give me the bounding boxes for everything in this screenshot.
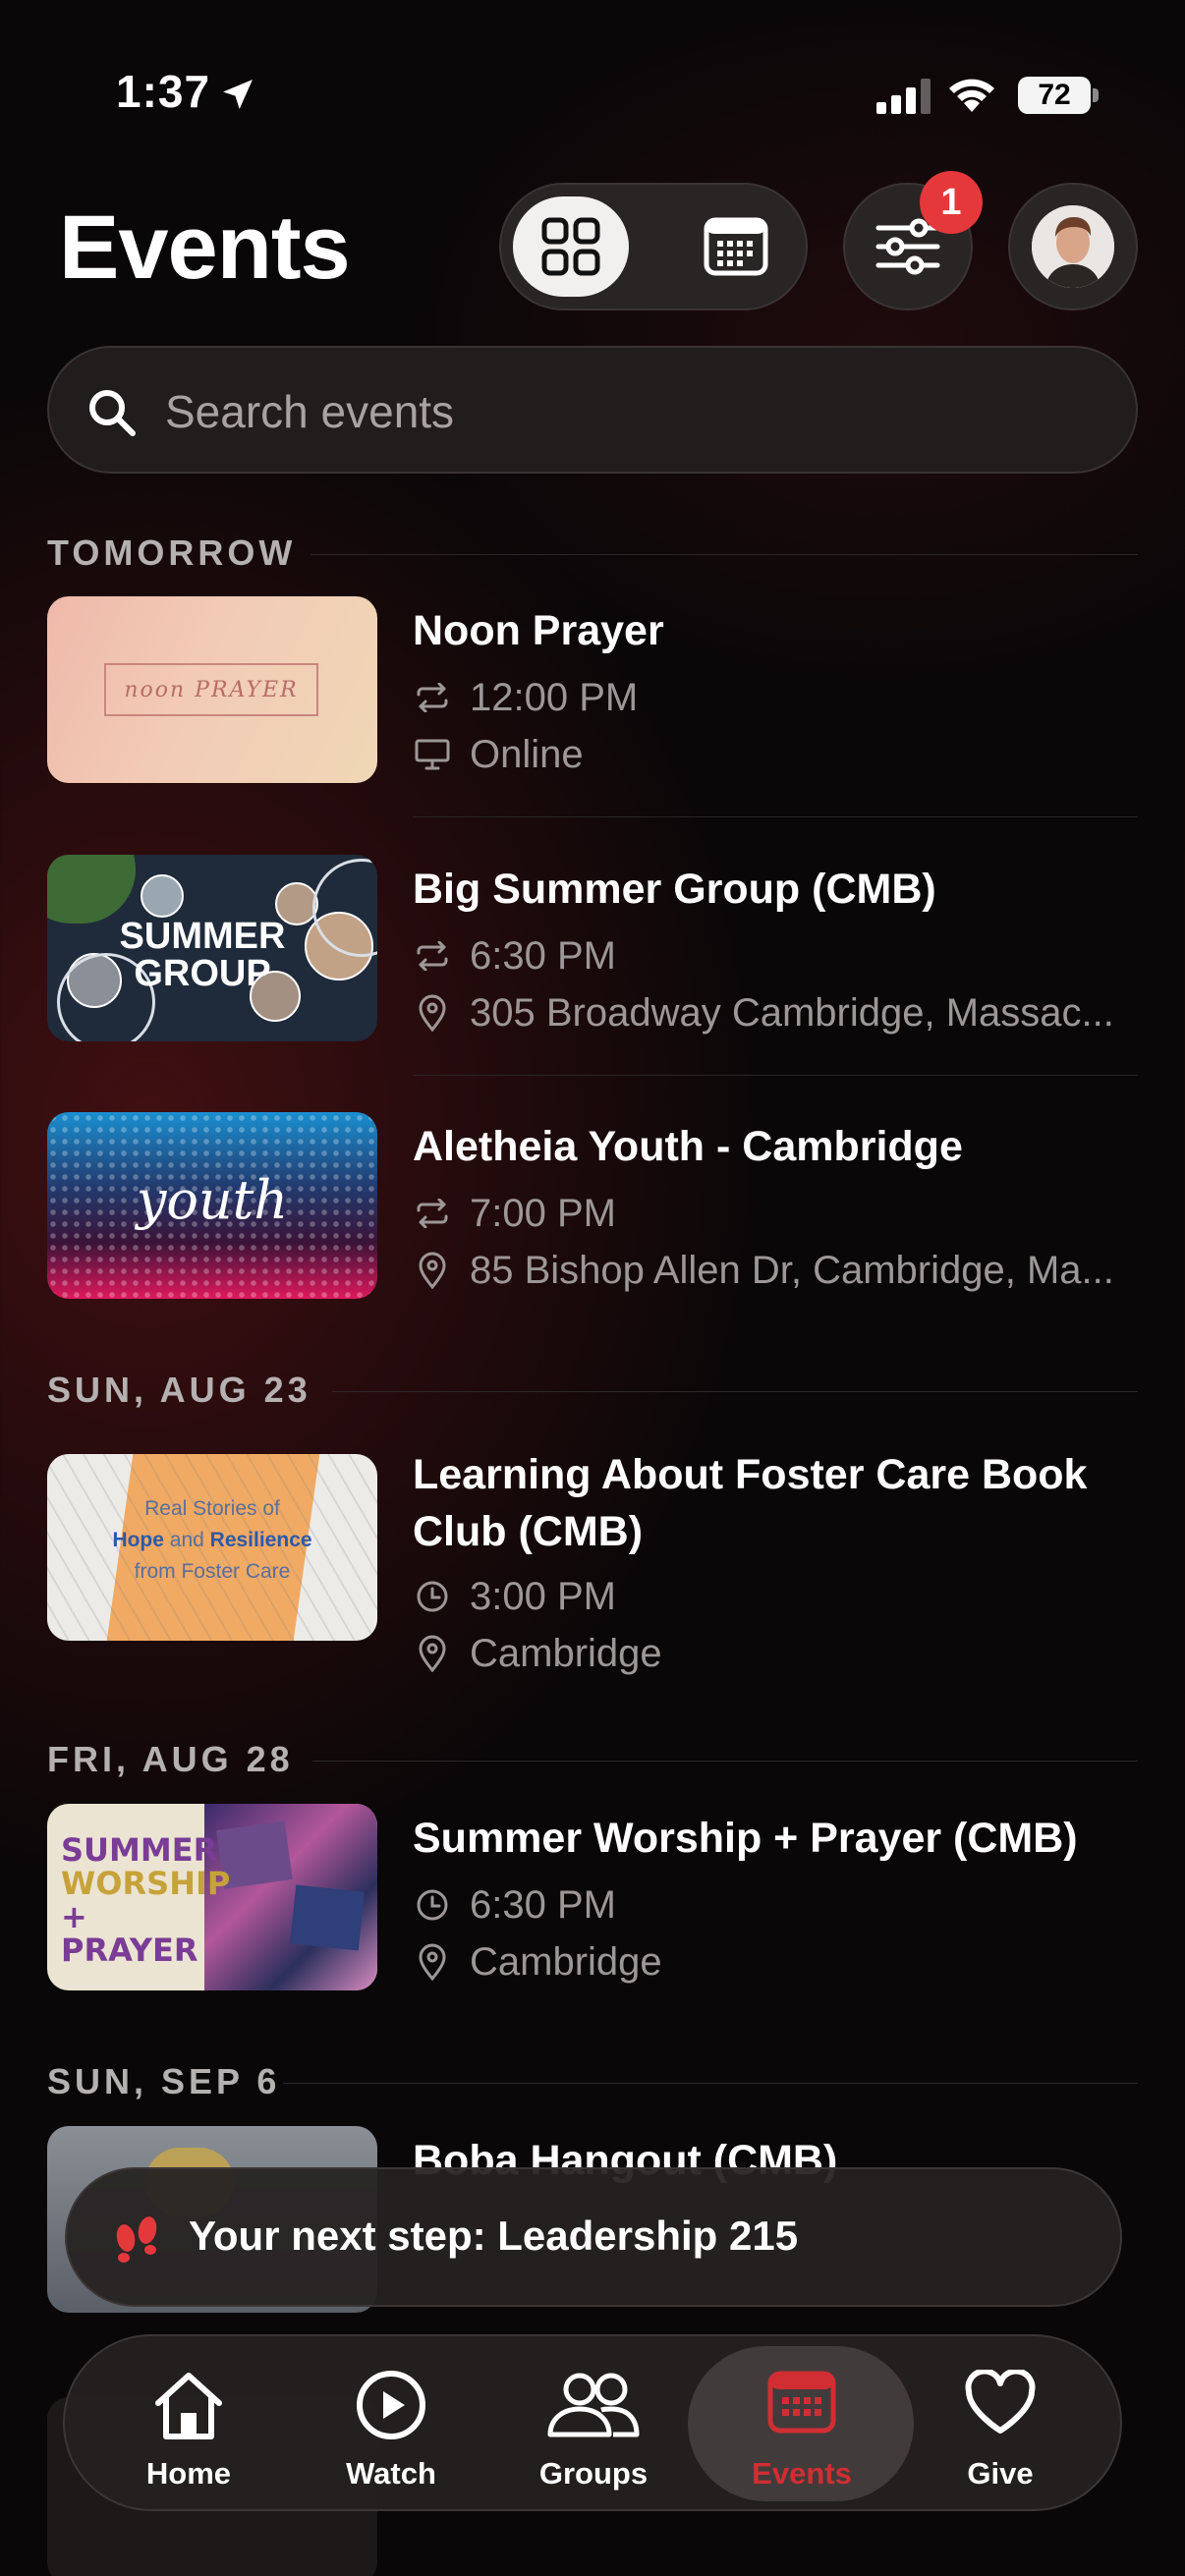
thumbnail-text: WORSHIP	[61, 1865, 231, 1902]
thumbnail-text: youth	[136, 1169, 289, 1231]
avatar	[1032, 205, 1114, 288]
event-location: 305 Broadway Cambridge, Massac...	[413, 988, 1135, 1037]
section-header: FRI, AUG 28	[47, 1739, 1138, 1782]
home-icon	[155, 2373, 222, 2439]
clock-icon	[413, 1885, 452, 1925]
next-step-text: Your next step: Leadership 215	[189, 2212, 799, 2259]
location-arrow-icon	[223, 80, 253, 109]
clock-icon	[413, 1577, 452, 1616]
map-pin-icon	[413, 993, 452, 1033]
event-thumbnail: Real Stories of Hope and Resilience from…	[47, 1454, 377, 1641]
wifi-icon	[949, 79, 994, 112]
battery-icon: 72	[1018, 77, 1099, 114]
event-time: 12:00 PM	[413, 673, 1135, 722]
thumbnail-text: from Foster Care	[134, 1560, 291, 1583]
event-item[interactable]: Real Stories of Hope and Resilience from…	[47, 1451, 1138, 1690]
thumbnail-text: SUMMER GROUP	[119, 916, 286, 994]
status-bar: 1:37 72	[0, 0, 1185, 187]
event-time: 6:30 PM	[413, 1880, 1135, 1930]
map-pin-icon	[413, 1251, 452, 1290]
section-label: SUN, SEP 6	[47, 2061, 281, 2101]
grid-icon	[541, 217, 600, 276]
event-title: Big Summer Group (CMB)	[413, 866, 936, 913]
tab-label: Give	[967, 2456, 1034, 2491]
section-label: TOMORROW	[47, 532, 297, 573]
event-title: Summer Worship + Prayer (CMB)	[413, 1815, 1078, 1862]
tab-events[interactable]: Events	[684, 2336, 920, 2513]
event-title: Learning About Foster Care Book Club (CM…	[413, 1451, 1088, 1555]
event-time: 6:30 PM	[413, 931, 1135, 980]
tab-give[interactable]: Give	[902, 2336, 1099, 2513]
thumbnail-text: SUMMER	[61, 1831, 218, 1869]
battery-level: 72	[1018, 77, 1091, 114]
thumbnail-text: Hope and Resilience	[112, 1529, 312, 1551]
grid-view-button[interactable]	[513, 196, 629, 297]
event-thumbnail: noon PRAYER	[47, 596, 377, 783]
event-item[interactable]: noon PRAYER Noon Prayer 12:00 PM Online	[47, 596, 1138, 832]
event-location: 85 Bishop Allen Dr, Cambridge, Ma...	[413, 1246, 1135, 1295]
event-time: 7:00 PM	[413, 1189, 1135, 1238]
profile-button[interactable]	[1008, 183, 1138, 310]
tab-home[interactable]: Home	[90, 2336, 287, 2513]
event-location: Cambridge	[413, 1629, 1135, 1678]
tab-label: Events	[752, 2456, 852, 2491]
tab-label: Groups	[538, 2456, 649, 2491]
section-header: SUN, SEP 6	[47, 2061, 1138, 2104]
search-icon	[89, 390, 136, 436]
calendar-view-button[interactable]	[678, 196, 794, 297]
event-title: Noon Prayer	[413, 607, 664, 654]
calendar-icon	[767, 2371, 836, 2434]
event-thumbnail: SUMMER WORSHIP + PRAYER	[47, 1804, 377, 1990]
repeat-icon	[413, 1194, 452, 1233]
status-time: 1:37	[116, 66, 211, 117]
people-icon	[547, 2373, 640, 2437]
section-label: FRI, AUG 28	[47, 1739, 294, 1779]
thumbnail-text: noon PRAYER	[124, 677, 299, 702]
event-thumbnail: youth	[47, 1112, 377, 1299]
monitor-icon	[413, 735, 452, 774]
search-bar[interactable]	[47, 346, 1138, 474]
event-location: Cambridge	[413, 1937, 1135, 1987]
calendar-icon	[704, 217, 768, 276]
page-title: Events	[59, 197, 351, 298]
cellular-signal-icon	[876, 79, 931, 114]
view-toggle	[499, 183, 808, 310]
tab-label: Watch	[346, 2456, 436, 2491]
section-header: TOMORROW	[47, 532, 1138, 576]
thumbnail-text: Real Stories of	[144, 1497, 280, 1520]
repeat-icon	[413, 936, 452, 976]
tab-watch[interactable]: Watch	[293, 2336, 489, 2513]
event-time: 3:00 PM	[413, 1572, 1135, 1621]
search-input[interactable]	[165, 377, 1049, 446]
event-item[interactable]: youth Aletheia Youth - Cambridge 7:00 PM…	[47, 1112, 1138, 1309]
map-pin-icon	[413, 1942, 452, 1982]
event-location: Online	[413, 730, 1135, 779]
tab-label: Home	[145, 2456, 232, 2491]
repeat-icon	[413, 678, 452, 717]
thumbnail-text: + PRAYER	[61, 1898, 198, 1969]
filter-count-badge: 1	[920, 171, 983, 234]
tab-bar: Home Watch Groups Events Give	[63, 2334, 1122, 2511]
section-label: SUN, AUG 23	[47, 1370, 311, 1410]
map-pin-icon	[413, 1634, 452, 1673]
event-item[interactable]: SUMMER WORSHIP + PRAYER Summer Worship +…	[47, 1804, 1138, 2000]
next-step-banner[interactable]: Your next step: Leadership 215	[65, 2167, 1122, 2307]
section-header: SUN, AUG 23	[47, 1370, 1138, 1413]
event-item[interactable]: SUMMER GROUP Big Summer Group (CMB) 6:30…	[47, 855, 1138, 1091]
heart-icon	[965, 2370, 1036, 2434]
footsteps-icon	[116, 2216, 157, 2263]
tab-groups[interactable]: Groups	[495, 2336, 692, 2513]
event-title: Aletheia Youth - Cambridge	[413, 1123, 963, 1170]
event-thumbnail: SUMMER GROUP	[47, 855, 377, 1041]
play-circle-icon	[357, 2371, 425, 2439]
